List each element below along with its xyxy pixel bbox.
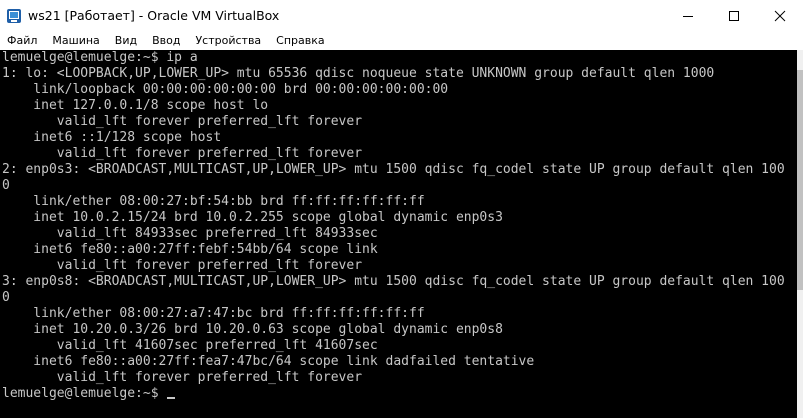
terminal-line: link/ether 08:00:27:bf:54:bb brd ff:ff:f… (2, 194, 425, 209)
terminal-cursor (167, 397, 176, 399)
virtualbox-icon (6, 8, 22, 24)
terminal-line: inet 10.0.2.15/24 brd 10.0.2.255 scope g… (2, 210, 503, 225)
menu-item-help[interactable]: Справка (269, 31, 332, 50)
terminal-line: inet6 fe80::a00:27ff:fea7:47bc/64 scope … (2, 354, 535, 369)
menu-item-view[interactable]: Вид (108, 31, 145, 50)
virtualbox-window: ws21 [Работает] - Oracle VM VirtualBox Ф… (0, 0, 803, 418)
terminal-line: inet6 ::1/128 scope host (2, 130, 222, 145)
terminal-line: 0 (2, 290, 10, 305)
minimize-button[interactable] (665, 0, 711, 31)
close-icon (774, 10, 786, 21)
menu-bar: Файл Машина Вид Ввод Устройства Справка (0, 31, 803, 50)
maximize-button[interactable] (711, 0, 757, 31)
window-controls (665, 0, 803, 31)
minimize-icon (683, 15, 693, 17)
menu-item-file[interactable]: Файл (0, 31, 45, 50)
terminal-prompt-line[interactable]: lemuelge@lemuelge:~$ (2, 386, 785, 402)
terminal-prompt: lemuelge@lemuelge:~$ (2, 386, 167, 401)
terminal-line: valid_lft forever preferred_lft forever (2, 258, 363, 273)
maximize-icon (729, 10, 739, 21)
terminal-line: 2: enp0s3: <BROADCAST,MULTICAST,UP,LOWER… (2, 162, 785, 177)
terminal-line: link/loopback 00:00:00:00:00:00 brd 00:0… (2, 82, 449, 97)
terminal-line: inet 10.20.0.3/26 brd 10.20.0.63 scope g… (2, 322, 503, 337)
terminal-line: inet6 fe80::a00:27ff:febf:54bb/64 scope … (2, 242, 378, 257)
terminal-line: inet 127.0.0.1/8 scope host lo (2, 98, 269, 113)
vertical-scrollbar[interactable] (797, 50, 803, 418)
menu-item-devices[interactable]: Устройства (188, 31, 269, 50)
terminal-line: valid_lft 41607sec preferred_lft 41607se… (2, 338, 378, 353)
terminal-line: valid_lft forever preferred_lft forever (2, 146, 363, 161)
terminal-line: 0 (2, 178, 10, 193)
terminal-line: 3: enp0s8: <BROADCAST,MULTICAST,UP,LOWER… (2, 274, 785, 289)
terminal-screen[interactable]: lemuelge@lemuelge:~$ ip a 1: lo: <LOOPBA… (0, 50, 803, 418)
menu-item-machine[interactable]: Машина (45, 31, 107, 50)
close-button[interactable] (757, 0, 803, 31)
title-bar[interactable]: ws21 [Работает] - Oracle VM VirtualBox (0, 0, 803, 31)
terminal-line: lemuelge@lemuelge:~$ ip a (2, 50, 198, 65)
terminal-line: link/ether 08:00:27:a7:47:bc brd ff:ff:f… (2, 306, 425, 321)
terminal-output: lemuelge@lemuelge:~$ ip a 1: lo: <LOOPBA… (2, 50, 785, 402)
terminal-line: valid_lft 84933sec preferred_lft 84933se… (2, 226, 378, 241)
menu-item-input[interactable]: Ввод (145, 31, 188, 50)
scrollbar-thumb[interactable] (797, 70, 803, 290)
window-title: ws21 [Работает] - Oracle VM VirtualBox (28, 8, 280, 23)
terminal-line: valid_lft forever preferred_lft forever (2, 370, 363, 385)
terminal-line: valid_lft forever preferred_lft forever (2, 114, 363, 129)
terminal-line: 1: lo: <LOOPBACK,UP,LOWER_UP> mtu 65536 … (2, 66, 715, 81)
